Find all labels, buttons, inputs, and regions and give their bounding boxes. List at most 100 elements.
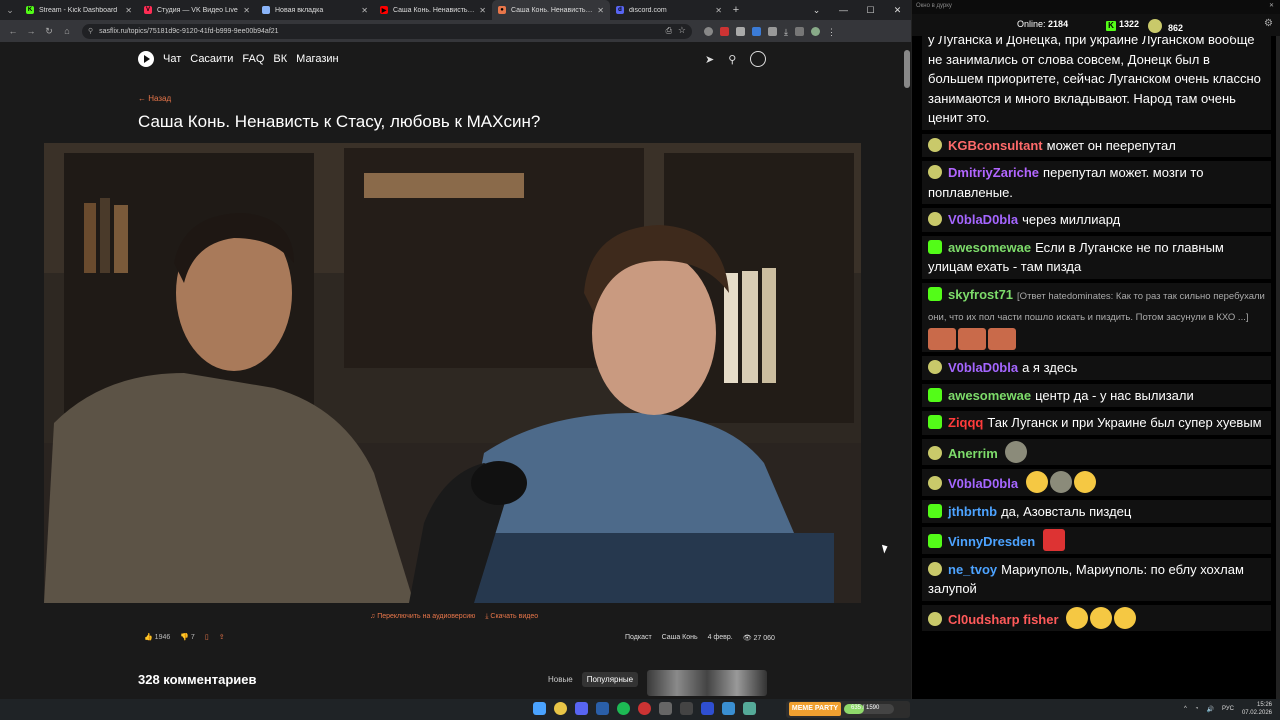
puzzle-icon[interactable]	[768, 26, 777, 36]
username[interactable]: Anerrim	[948, 446, 998, 461]
like-button[interactable]: 👍 1946	[144, 633, 170, 641]
scrollbar-thumb[interactable]	[904, 50, 910, 88]
username[interactable]: awesomewae	[948, 388, 1031, 403]
volume-icon[interactable]: 🔊	[1206, 706, 1213, 713]
download-icon[interactable]: ⤓	[784, 27, 788, 37]
app-icon[interactable]	[680, 702, 693, 715]
username[interactable]: KGBconsultant	[948, 138, 1043, 153]
tab-close-icon[interactable]: ✕	[361, 6, 368, 15]
tab-close-icon[interactable]: ✕	[597, 6, 604, 15]
tab-close-icon[interactable]: ✕	[243, 6, 250, 15]
tab-3[interactable]: ▶ Саша Конь. Ненависть к Стас ✕	[374, 0, 492, 20]
username[interactable]: awesomewae	[948, 240, 1031, 255]
sidebar-icon[interactable]	[794, 26, 804, 36]
tab-close-icon[interactable]: ✕	[715, 6, 722, 15]
tab-close-icon[interactable]: ✕	[125, 6, 132, 15]
username[interactable]: Cl0udsharp fisher	[948, 612, 1059, 627]
nav-vk[interactable]: ВК	[273, 53, 287, 65]
bookmark-star-icon[interactable]: ☆	[678, 25, 686, 36]
clock[interactable]: 15:26 07.02.2026	[1242, 701, 1272, 717]
obs-icon[interactable]	[659, 702, 672, 715]
laughing-emote	[1114, 606, 1137, 629]
tab-list-icon[interactable]: ⌄	[803, 0, 830, 20]
tab-4[interactable]: ● Саша Конь. Ненависть к С ✕	[492, 0, 610, 20]
site-info-icon[interactable]: ⚲	[88, 27, 93, 35]
app-icon[interactable]	[722, 702, 735, 715]
minimize-button[interactable]: —	[830, 0, 857, 20]
username[interactable]: DmitriyZariche	[948, 165, 1039, 180]
menu-icon[interactable]: ⋮	[827, 27, 836, 37]
back-link[interactable]: ← Назад	[138, 94, 171, 103]
share-icon[interactable]: ⇪	[219, 633, 225, 641]
app-icon[interactable]	[743, 702, 756, 715]
start-icon[interactable]	[533, 702, 546, 715]
username[interactable]: V0blaD0bla	[948, 360, 1018, 375]
sort-popular-button[interactable]: Популярные	[581, 672, 639, 687]
search-icon[interactable]: ⚲	[728, 53, 736, 66]
username[interactable]: jthbrtnb	[948, 504, 997, 519]
meme-party-widget[interactable]: MEME PARTY 635 / 1590	[786, 701, 910, 718]
chat-messages: у Луганска и Донецка, при украине Луганс…	[922, 36, 1271, 702]
chrome-icon[interactable]	[554, 702, 567, 715]
extension-icon[interactable]	[720, 26, 729, 36]
sort-new-button[interactable]: Новые	[543, 672, 578, 687]
tab-1[interactable]: V Студия — VK Видео Live ✕	[138, 0, 256, 20]
chevron-up-icon[interactable]: ^	[1184, 706, 1187, 712]
nav-sasaiti[interactable]: Сасаити	[190, 53, 233, 65]
tab-5[interactable]: d discord.com ✕	[610, 0, 728, 20]
address-bar[interactable]: ⚲ sasflix.ru/topics/75181d9c-9120-41fd-b…	[82, 23, 692, 39]
maximize-button[interactable]: ☐	[857, 0, 884, 20]
logo-play-icon[interactable]	[138, 51, 154, 67]
dislike-button[interactable]: 👎 7	[180, 633, 195, 641]
steam-icon[interactable]	[596, 702, 609, 715]
username[interactable]: skyfrost71	[948, 287, 1013, 302]
username[interactable]: V0blaD0bla	[948, 212, 1018, 227]
close-icon[interactable]: ✕	[1269, 2, 1274, 9]
tab-close-icon[interactable]: ✕	[479, 6, 486, 15]
home-icon[interactable]: ⌂	[58, 26, 76, 36]
extension-icon[interactable]	[752, 26, 761, 36]
ad-thumbnail[interactable]	[647, 670, 767, 696]
gear-icon[interactable]: ⚙	[1264, 18, 1273, 29]
download-video-link[interactable]: ⤓ Скачать видео	[485, 613, 538, 621]
page-title: Саша Конь. Ненависть к Стасу, любовь к М…	[138, 112, 541, 131]
browser-window: ⌄ K Stream - Kick Dashboard ✕ V Студия — VK …	[0, 0, 911, 699]
nav-faq[interactable]: FAQ	[242, 53, 264, 65]
username[interactable]: VinnyDresden	[948, 534, 1035, 549]
nav-chat[interactable]: Чат	[163, 53, 181, 65]
username[interactable]: V0blaD0bla	[948, 476, 1018, 491]
network-icon[interactable]: ◔	[1195, 706, 1199, 712]
discord-icon[interactable]	[575, 702, 588, 715]
tag-guest[interactable]: Саша Конь	[662, 634, 698, 642]
send-icon[interactable]: ➤	[705, 53, 714, 66]
install-app-icon[interactable]: ⎙	[666, 26, 672, 36]
emote-image	[1005, 440, 1028, 463]
chat-scrollbar[interactable]	[1276, 36, 1280, 699]
video-player[interactable]	[44, 143, 861, 603]
username[interactable]: ne_tvoy	[948, 562, 997, 577]
page-scrollbar[interactable]	[903, 42, 911, 699]
tag-podcast[interactable]: Подкаст	[625, 634, 652, 642]
player-icon[interactable]	[701, 702, 714, 715]
tab-0[interactable]: K Stream - Kick Dashboard ✕	[20, 0, 138, 20]
audio-version-link[interactable]: ♫ Переключить на аудиоверсию	[370, 613, 475, 621]
profile-avatar[interactable]	[810, 26, 820, 36]
like-count: 1946	[154, 634, 171, 641]
close-button[interactable]: ✕	[884, 0, 911, 20]
tab-search-icon[interactable]: ⌄	[0, 0, 20, 20]
new-tab-button[interactable]: +	[728, 4, 744, 16]
extension-icon[interactable]	[704, 26, 713, 36]
extensions: ⤓ ⋮	[704, 26, 836, 37]
spotify-icon[interactable]	[617, 702, 630, 715]
extension-icon[interactable]	[736, 26, 745, 36]
tab-2[interactable]: Новая вкладка ✕	[256, 0, 374, 20]
user-icon[interactable]	[750, 51, 767, 67]
app-icon[interactable]	[638, 702, 651, 715]
nav-shop[interactable]: Магазин	[296, 53, 338, 65]
back-icon[interactable]: ←	[4, 26, 22, 36]
reload-icon[interactable]: ↻	[40, 26, 58, 37]
username[interactable]: Ziqqq	[948, 415, 983, 430]
forward-icon[interactable]: →	[22, 26, 40, 36]
language-indicator[interactable]: РУС	[1222, 706, 1234, 712]
bookmark-icon[interactable]: ▯	[205, 633, 209, 641]
